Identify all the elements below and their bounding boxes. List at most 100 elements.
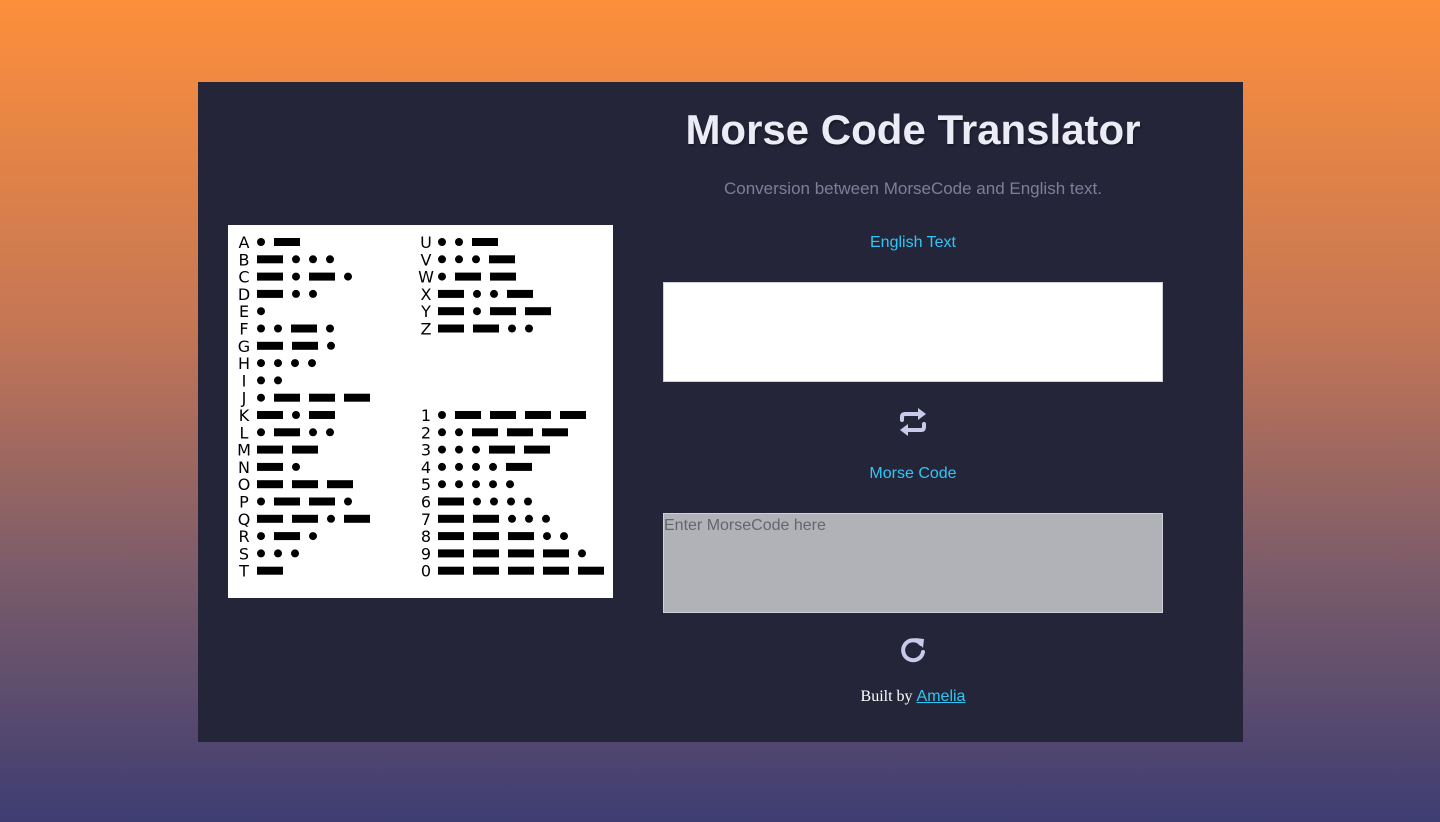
morse-dot	[472, 255, 480, 264]
morse-dash	[524, 445, 550, 454]
morse-chart-char: N	[238, 458, 250, 477]
morse-dot	[292, 462, 300, 471]
morse-dot	[455, 255, 463, 264]
morse-dash	[257, 462, 283, 471]
morse-dot	[525, 514, 533, 523]
morse-dash	[473, 324, 499, 333]
morse-dot	[257, 324, 265, 333]
morse-chart-char: O	[238, 475, 251, 494]
morse-dot	[455, 445, 463, 454]
morse-chart-char: T	[238, 562, 249, 581]
morse-dot	[578, 549, 586, 558]
morse-dot	[473, 289, 481, 298]
morse-dash	[327, 480, 353, 489]
translator-card: ABCDEFGHIJKLMNOPQRST UVWXYZ 1234567890 Mor…	[198, 82, 1243, 742]
morse-chart-image: ABCDEFGHIJKLMNOPQRST UVWXYZ 1234567890	[228, 225, 613, 598]
morse-dash	[473, 532, 499, 541]
morse-dash	[344, 393, 370, 402]
morse-dot	[308, 359, 316, 368]
morse-dash	[490, 272, 516, 281]
morse-dot	[326, 324, 334, 333]
morse-dash	[291, 324, 317, 333]
morse-chart-char: K	[239, 406, 250, 425]
morse-dash	[257, 445, 283, 454]
morse-dash	[292, 341, 318, 350]
morse-dot	[455, 428, 463, 437]
morse-dash	[490, 411, 516, 419]
morse-dot	[525, 324, 533, 333]
morse-dash	[292, 480, 318, 489]
morse-dash	[508, 549, 534, 558]
morse-dash	[274, 532, 300, 541]
morse-dash	[508, 532, 534, 541]
morse-dot	[327, 341, 335, 350]
morse-dot	[326, 255, 334, 264]
morse-chart-char: 5	[421, 475, 431, 494]
morse-chart-char: J	[241, 389, 247, 408]
page-subtitle: Conversion between MorseCode and English…	[724, 179, 1102, 198]
morse-dash	[473, 514, 499, 523]
morse-chart-char: L	[240, 423, 249, 442]
morse-dot	[489, 480, 497, 489]
morse-dot	[344, 272, 352, 281]
morse-dot	[309, 255, 317, 264]
morse-dot	[438, 462, 446, 471]
morse-dot	[472, 445, 480, 454]
morse-dot	[291, 359, 299, 368]
morse-dash	[274, 497, 300, 506]
morse-chart-char: U	[420, 233, 432, 252]
author-link[interactable]: Amelia	[917, 688, 966, 705]
morse-dash	[455, 272, 481, 281]
morse-chart-char: H	[238, 354, 250, 373]
morse-chart-char: S	[239, 544, 249, 563]
morse-dot	[309, 532, 317, 541]
morse-dot	[274, 549, 282, 558]
morse-dash	[257, 566, 283, 575]
morse-dot	[438, 480, 446, 489]
morse-dot	[292, 289, 300, 298]
morse-chart-char: W	[418, 268, 434, 287]
morse-dash	[438, 566, 464, 575]
morse-dot	[490, 289, 498, 298]
morse-chart-char: 8	[421, 527, 431, 546]
morse-dash	[438, 289, 464, 298]
page-title: Morse Code Translator	[685, 106, 1141, 153]
english-text-input[interactable]	[663, 282, 1163, 382]
morse-chart-char: G	[238, 337, 250, 356]
morse-chart-char: 7	[421, 510, 431, 529]
morse-chart-char: 6	[421, 493, 431, 512]
morse-dot	[508, 514, 516, 523]
morse-dot	[473, 497, 481, 506]
morse-dot	[292, 411, 300, 419]
morse-chart-char: 4	[421, 458, 431, 477]
morse-dash	[542, 428, 568, 437]
morse-dot	[309, 428, 317, 437]
morse-dash	[489, 445, 515, 454]
morse-dot	[257, 532, 265, 541]
morse-chart-char: X	[421, 285, 432, 304]
morse-dash	[438, 324, 464, 333]
morse-dot	[438, 411, 446, 419]
swap-arrows-icon[interactable]	[895, 404, 931, 440]
morse-dash	[473, 549, 499, 558]
morse-chart-char: 2	[421, 423, 431, 442]
morse-dot	[438, 428, 446, 437]
morse-dot	[274, 359, 282, 368]
morse-dash	[309, 497, 335, 506]
morse-dot	[257, 393, 265, 402]
morse-dot	[543, 532, 551, 541]
morse-dot	[438, 445, 446, 454]
morse-dot	[309, 289, 317, 298]
morse-chart: ABCDEFGHIJKLMNOPQRST UVWXYZ 1234567890	[237, 233, 604, 581]
morse-dot	[257, 428, 265, 437]
morse-dot	[257, 497, 265, 506]
morse-dot	[489, 462, 497, 471]
morse-dash	[543, 549, 569, 558]
morse-dash	[455, 411, 481, 419]
refresh-icon[interactable]	[895, 632, 931, 668]
morse-dash	[309, 272, 335, 281]
morse-dot	[473, 307, 481, 316]
morse-dot	[507, 497, 515, 506]
morse-code-input[interactable]	[663, 513, 1163, 613]
morse-dash	[309, 411, 335, 419]
